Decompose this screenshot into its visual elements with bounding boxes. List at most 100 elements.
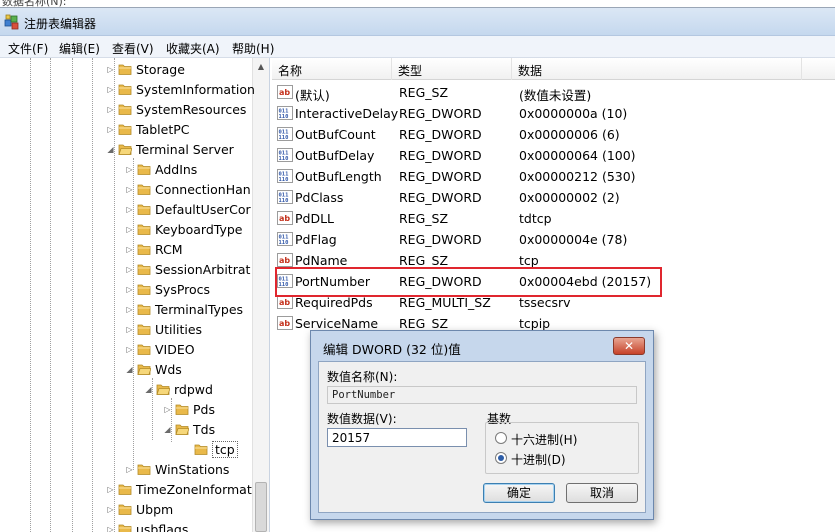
menu-edit[interactable]: 编辑(E): [59, 40, 100, 57]
value-data-label: 数值数据(V):: [327, 412, 397, 426]
expand-arrow-icon[interactable]: ▷: [125, 165, 134, 174]
tree-node-pds[interactable]: ▷ Pds: [0, 399, 255, 419]
value-name: PdClass: [295, 190, 344, 205]
tree-node-winstations[interactable]: ▷ WinStations: [0, 459, 255, 479]
expand-arrow-icon[interactable]: ▷: [106, 65, 115, 74]
dialog-close-button[interactable]: ✕: [613, 337, 645, 355]
scroll-up-arrow-icon[interactable]: ▲: [253, 58, 269, 75]
tree-node-terminaltypes[interactable]: ▷ TerminalTypes: [0, 299, 255, 319]
portnumber-highlight-box: [275, 267, 662, 297]
folder-icon: [118, 102, 132, 116]
menu-file[interactable]: 文件(F): [8, 40, 48, 57]
expand-arrow-icon[interactable]: ▷: [125, 325, 134, 334]
value-row-pdclass[interactable]: 011 110 PdClass REG_DWORD 0x00000002 (2): [272, 187, 835, 208]
tree-node-keyboardtype[interactable]: ▷ KeyboardType: [0, 219, 255, 239]
value-row-outbuflength[interactable]: 011 110 OutBufLength REG_DWORD 0x00000212 (5…: [272, 166, 835, 187]
value-row-pdflag[interactable]: 011 110 PdFlag REG_DWORD 0x0000004e (78): [272, 229, 835, 250]
scrollbar-thumb[interactable]: [255, 482, 267, 532]
tree-node-rcm[interactable]: ▷ RCM: [0, 239, 255, 259]
tree-node-rdpwd[interactable]: ◢ rdpwd: [0, 379, 255, 399]
value-data: 0x00000006 (6): [519, 127, 620, 142]
value-row-outbufdelay[interactable]: 011 110 OutBufDelay REG_DWORD 0x00000064 (10…: [272, 145, 835, 166]
folder-icon: [137, 462, 151, 476]
tree-node-sessionarbitrat[interactable]: ▷ SessionArbitrat: [0, 259, 255, 279]
folder-icon: [118, 62, 132, 76]
folder-icon: [137, 342, 151, 356]
expand-arrow-icon[interactable]: ▷: [106, 485, 115, 494]
tree-node-storage[interactable]: ▷ Storage: [0, 59, 255, 79]
expand-arrow-icon[interactable]: ▷: [125, 245, 134, 254]
edit-dword-dialog: 编辑 DWORD (32 位)值 ✕ 数值名称(N): PortNumber 数…: [310, 330, 654, 520]
cancel-button[interactable]: 取消: [566, 483, 638, 503]
expand-arrow-icon[interactable]: ▷: [125, 205, 134, 214]
value-type: REG_DWORD: [399, 127, 482, 142]
value-name: ServiceName: [295, 316, 379, 331]
expand-arrow-icon[interactable]: ▷: [106, 505, 115, 514]
value-name-label: 数值名称(N):: [327, 370, 398, 384]
tree-node-wds[interactable]: ◢ Wds: [0, 359, 255, 379]
tree-node-connectionhan[interactable]: ▷ ConnectionHan: [0, 179, 255, 199]
expand-arrow-icon[interactable]: ▷: [125, 465, 134, 474]
registry-tree[interactable]: ▲ ▷ Storage ▷ SystemInformation ▷ SystemResou…: [0, 58, 270, 532]
expand-arrow-icon[interactable]: ▷: [106, 105, 115, 114]
expand-arrow-icon[interactable]: ▷: [106, 85, 115, 94]
tree-node-label: Storage: [136, 62, 185, 77]
expand-arrow-icon[interactable]: ▷: [125, 285, 134, 294]
tree-node-tcp[interactable]: tcp: [0, 439, 255, 459]
value-row-outbufcount[interactable]: 011 110 OutBufCount REG_DWORD 0x00000006 (6): [272, 124, 835, 145]
folder-icon: [137, 202, 151, 216]
tree-node-tabletpc[interactable]: ▷ TabletPC: [0, 119, 255, 139]
tree-node-label: RCM: [155, 242, 183, 257]
value-row-default[interactable]: ab (默认) REG_SZ (数值未设置): [272, 82, 835, 103]
tree-node-systemresources[interactable]: ▷ SystemResources: [0, 99, 255, 119]
menu-help[interactable]: 帮助(H): [232, 40, 274, 57]
expand-arrow-icon[interactable]: ▷: [125, 305, 134, 314]
hex-radio[interactable]: [495, 432, 507, 444]
expand-arrow-icon[interactable]: ▷: [106, 525, 115, 532]
column-header-name[interactable]: 名称: [272, 58, 392, 80]
value-type: REG_SZ: [399, 316, 449, 331]
ok-button[interactable]: 确定: [483, 483, 555, 503]
menu-favorites[interactable]: 收藏夹(A): [166, 40, 220, 57]
svg-text:ab: ab: [279, 319, 290, 328]
expand-arrow-icon[interactable]: ▷: [163, 405, 172, 414]
menu-view[interactable]: 查看(V): [112, 40, 154, 57]
value-row-interactivedelay[interactable]: 011 110 InteractiveDelay REG_DWORD 0x0000000…: [272, 103, 835, 124]
column-header-type[interactable]: 类型: [392, 58, 512, 80]
folder-icon: [137, 182, 151, 196]
value-type: REG_DWORD: [399, 190, 482, 205]
svg-text:110: 110: [279, 156, 289, 162]
tree-node-tds[interactable]: ◢ Tds: [0, 419, 255, 439]
expand-arrow-icon[interactable]: ▷: [125, 225, 134, 234]
expand-arrow-icon[interactable]: ▷: [125, 265, 134, 274]
collapse-arrow-icon[interactable]: ◢: [163, 425, 172, 434]
tree-node-ubpm[interactable]: ▷ Ubpm: [0, 499, 255, 519]
window-title: 注册表编辑器: [24, 17, 97, 31]
tree-node-timezoneinformat[interactable]: ▷ TimeZoneInformat: [0, 479, 255, 499]
collapse-arrow-icon[interactable]: ◢: [125, 365, 134, 374]
expand-arrow-icon[interactable]: ▷: [106, 125, 115, 134]
tree-node-sysprocs[interactable]: ▷ SysProcs: [0, 279, 255, 299]
tree-node-addins[interactable]: ▷ AddIns: [0, 159, 255, 179]
expand-arrow-icon[interactable]: ▷: [125, 185, 134, 194]
decimal-radio-label[interactable]: 十进制(D): [511, 451, 566, 468]
tree-node-video[interactable]: ▷ VIDEO: [0, 339, 255, 359]
value-name: PdName: [295, 253, 348, 268]
column-header-data[interactable]: 数据: [512, 58, 802, 80]
value-name-field: PortNumber: [327, 386, 637, 404]
tree-node-usbflags[interactable]: ▷ usbflags: [0, 519, 255, 532]
value-row-pddll[interactable]: ab PdDLL REG_SZ tdtcp: [272, 208, 835, 229]
expand-arrow-icon[interactable]: ▷: [125, 345, 134, 354]
tree-node-label: VIDEO: [155, 342, 195, 357]
value-data-input[interactable]: 20157: [327, 428, 467, 447]
decimal-radio[interactable]: [495, 452, 507, 464]
value-type: REG_DWORD: [399, 232, 482, 247]
collapse-arrow-icon[interactable]: ◢: [106, 145, 115, 154]
tree-node-defaultusercor[interactable]: ▷ DefaultUserCor: [0, 199, 255, 219]
hex-radio-label[interactable]: 十六进制(H): [511, 431, 577, 448]
collapse-arrow-icon[interactable]: ◢: [144, 385, 153, 394]
value-data: tssecsrv: [519, 295, 571, 310]
tree-node-utilities[interactable]: ▷ Utilities: [0, 319, 255, 339]
tree-node-terminal-server[interactable]: ◢ Terminal Server: [0, 139, 255, 159]
tree-node-systeminformation[interactable]: ▷ SystemInformation: [0, 79, 255, 99]
